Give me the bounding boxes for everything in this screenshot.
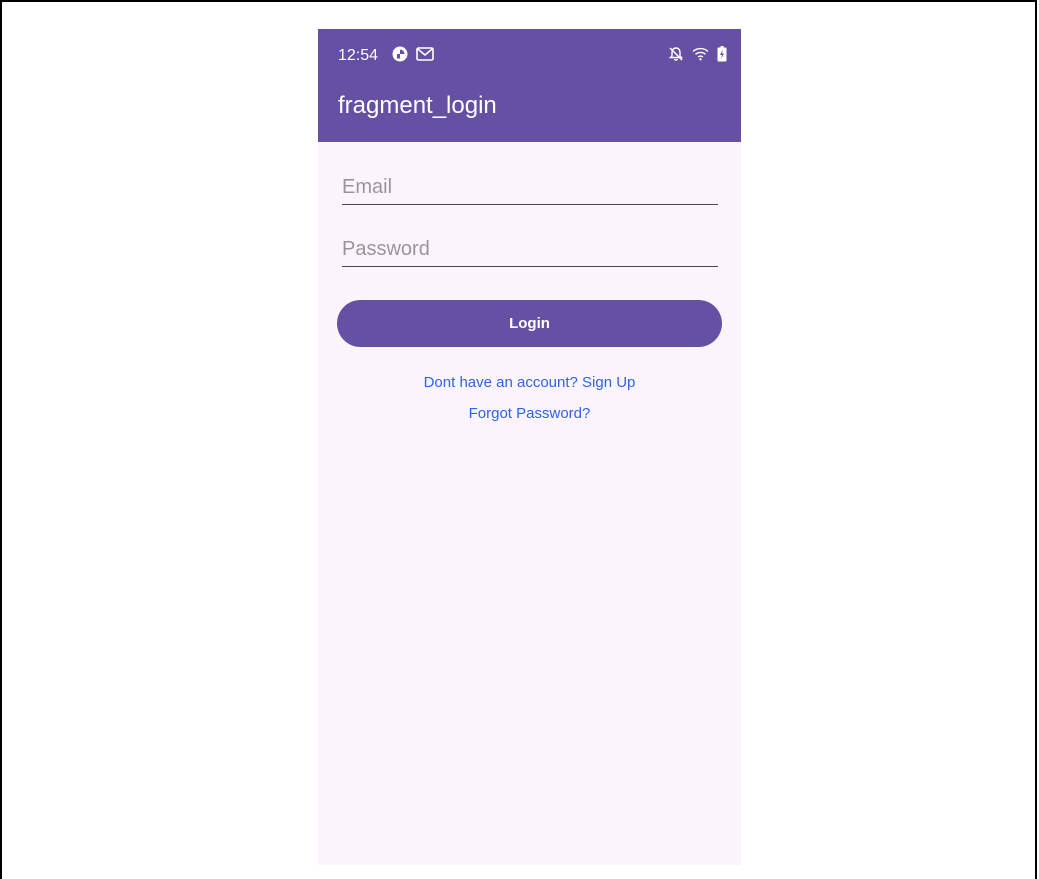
- wifi-icon: [692, 47, 709, 66]
- sign-up-link[interactable]: Dont have an account? Sign Up: [318, 374, 741, 391]
- app-bar: 12:54 fragment_login: [318, 29, 741, 142]
- battery-charging-icon: [717, 45, 727, 67]
- status-time: 12:54: [338, 47, 379, 64]
- phone-screen: 12:54 fragment_login Email Login Dont ha…: [318, 29, 741, 865]
- password-input[interactable]: [342, 233, 718, 266]
- window-frame: 12:54 fragment_login Email Login Dont ha…: [0, 0, 1037, 879]
- email-field[interactable]: [342, 171, 718, 205]
- gmail-icon: [416, 46, 434, 66]
- forgot-password-link[interactable]: Forgot Password?: [318, 405, 741, 422]
- status-left-icons: [392, 46, 434, 66]
- login-button[interactable]: Login: [337, 300, 722, 347]
- page-title: fragment_login: [338, 92, 497, 119]
- password-field[interactable]: [342, 233, 718, 267]
- email-input[interactable]: [342, 171, 718, 204]
- pinwheel-app-icon: [392, 46, 408, 67]
- status-right-icons: [668, 45, 727, 67]
- notifications-off-icon: [668, 46, 684, 67]
